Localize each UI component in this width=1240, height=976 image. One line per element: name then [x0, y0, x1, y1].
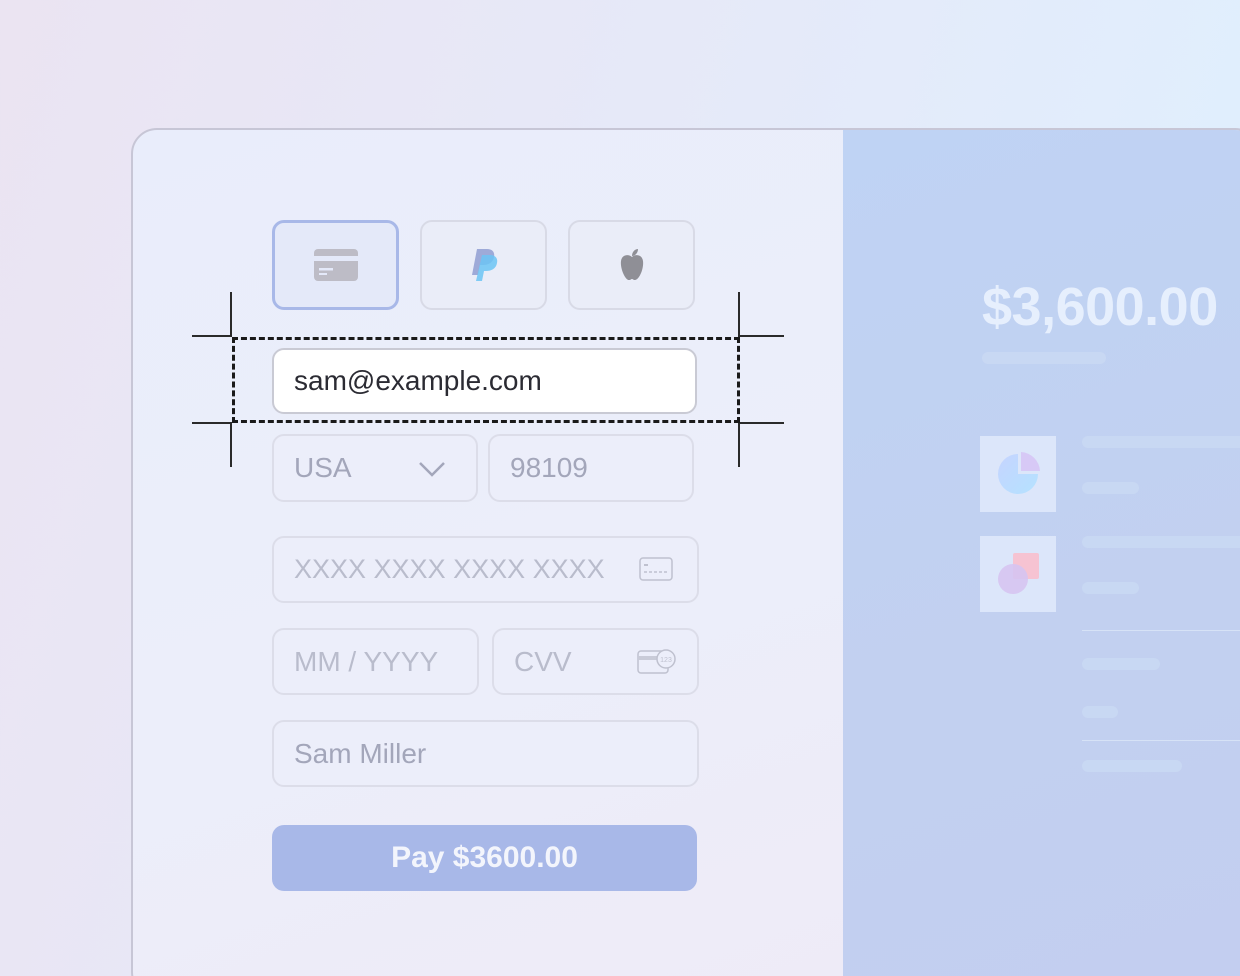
tab-apple-pay[interactable] — [568, 220, 695, 310]
product-thumbnail-2 — [980, 536, 1056, 612]
summary-divider-1 — [1082, 630, 1240, 631]
cvv-field[interactable]: CVV 123 — [492, 628, 699, 695]
amount-subtitle-placeholder — [982, 352, 1106, 364]
zip-value: 98109 — [510, 452, 588, 483]
crop-mark-bottom-left-v — [230, 423, 232, 467]
item-1-sub-placeholder — [1082, 482, 1139, 494]
crop-mark-bottom-left-h — [192, 422, 232, 424]
crop-mark-top-left-h — [192, 335, 232, 337]
expiry-field[interactable]: MM / YYYY — [272, 628, 479, 695]
card-number-field[interactable]: XXXX XXXX XXXX XXXX — [272, 536, 699, 603]
crop-mark-top-right-v — [738, 292, 740, 337]
subtotal-placeholder — [1082, 658, 1160, 670]
total-amount: $3,600.00 — [982, 277, 1218, 337]
zip-field[interactable]: 98109 — [488, 434, 694, 502]
cvv-placeholder: CVV — [514, 645, 572, 677]
crop-mark-bottom-right-v — [738, 423, 740, 467]
cvv-card-icon: 123 — [637, 649, 676, 674]
credit-card-icon — [313, 249, 358, 281]
item-1-title-placeholder — [1082, 436, 1240, 448]
product-thumbnail-1 — [980, 436, 1056, 512]
cardholder-name-value: Sam Miller — [294, 737, 427, 769]
cardholder-name-field[interactable]: Sam Miller — [272, 720, 699, 787]
email-value: sam@example.com — [294, 365, 542, 396]
email-field[interactable]: sam@example.com — [272, 348, 697, 414]
paypal-icon — [471, 249, 497, 281]
crop-mark-top-left-v — [230, 292, 232, 337]
country-value: USA — [294, 452, 352, 483]
summary-divider-2 — [1082, 740, 1240, 741]
total-placeholder — [1082, 760, 1182, 772]
shapes-icon — [998, 553, 1039, 594]
tab-paypal[interactable] — [420, 220, 547, 310]
pie-chart-icon — [998, 452, 1040, 494]
card-number-placeholder: XXXX XXXX XXXX XXXX — [294, 554, 605, 584]
chevron-down-icon — [419, 462, 445, 477]
pay-button[interactable]: Pay $3600.00 — [272, 825, 697, 891]
crop-mark-top-right-h — [740, 335, 784, 337]
expiry-placeholder: MM / YYYY — [294, 645, 439, 677]
card-outline-icon — [639, 557, 673, 581]
tab-card[interactable] — [272, 220, 399, 310]
country-select[interactable]: USA — [272, 434, 478, 502]
item-2-title-placeholder — [1082, 536, 1240, 548]
crop-mark-bottom-right-h — [740, 422, 784, 424]
tax-placeholder — [1082, 706, 1118, 718]
svg-text:123: 123 — [660, 657, 672, 664]
apple-icon — [620, 249, 643, 280]
item-2-sub-placeholder — [1082, 582, 1139, 594]
